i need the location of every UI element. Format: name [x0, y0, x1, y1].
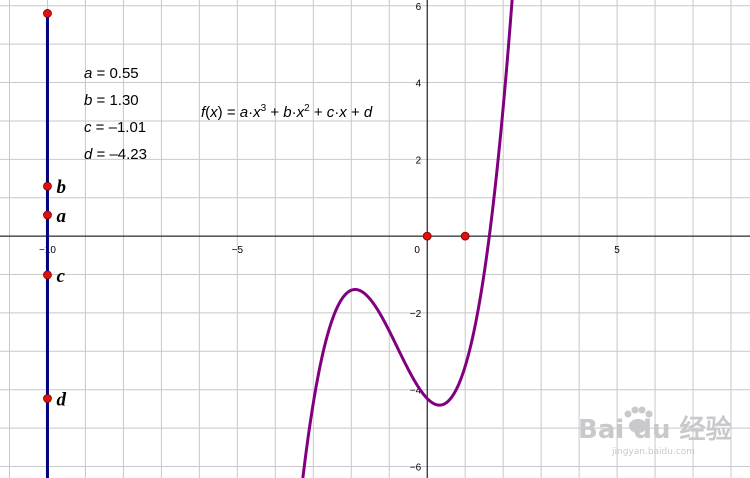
- param-b-name: b: [84, 92, 92, 109]
- slider-point-b[interactable]: [43, 181, 52, 191]
- formula-a: a: [240, 104, 248, 121]
- x-tick-label: 0: [414, 245, 420, 256]
- slider-point-a[interactable]: [43, 210, 52, 220]
- slider-label-b: b: [56, 177, 66, 198]
- formula-plus3: +: [347, 104, 364, 121]
- formula-plus1: +: [266, 104, 283, 121]
- param-b-value: 1.30: [109, 92, 138, 109]
- formula-d: d: [364, 104, 373, 121]
- param-a-value: 0.55: [109, 65, 138, 82]
- y-tick-label: −2: [410, 309, 422, 320]
- formula-paren-close: ) =: [218, 104, 240, 121]
- baidu-watermark: Bai du 经验 jingyan.baidu.com: [578, 406, 732, 457]
- param-d-text[interactable]: d = –4.23: [84, 146, 147, 163]
- y-tick-label: 6: [416, 2, 422, 13]
- param-d-value: –4.23: [109, 146, 147, 163]
- x-tick-label: −5: [232, 245, 244, 256]
- slider-label-a: a: [56, 206, 66, 227]
- param-c-text[interactable]: c = –1.01: [84, 119, 146, 136]
- graphics-view[interactable]: −10−505642−2−4−6 bacd a = 0.55 b = 1.30 …: [0, 0, 750, 478]
- param-c-eq: =: [92, 119, 109, 136]
- y-tick-label: 2: [416, 155, 422, 166]
- paw-toe-2: [631, 406, 639, 414]
- watermark-text: Bai du 经验: [578, 414, 732, 445]
- x-tick-label: 5: [614, 245, 620, 256]
- param-c-value: –1.01: [109, 119, 147, 136]
- slider-end-point[interactable]: [43, 9, 52, 18]
- paw-toe-3: [638, 406, 646, 414]
- param-a-eq: =: [92, 65, 109, 82]
- y-tick-label: 4: [416, 79, 422, 90]
- watermark-url: jingyan.baidu.com: [611, 447, 695, 457]
- slider-label-d: d: [56, 390, 66, 411]
- param-d-eq: =: [92, 146, 109, 163]
- y-tick-label: −6: [410, 462, 422, 473]
- formula-plus2: +: [310, 104, 327, 121]
- axis-point-2[interactable]: [460, 231, 470, 241]
- function-graph-layer[interactable]: [301, 0, 514, 478]
- param-a-text[interactable]: a = 0.55: [84, 65, 139, 82]
- param-b-eq: =: [92, 92, 109, 109]
- slider-label-c: c: [56, 266, 65, 287]
- param-a-name: a: [84, 65, 92, 82]
- function-formula[interactable]: f(x) = a·x3 + b·x2 + c·x + d: [201, 103, 373, 121]
- parameter-slider[interactable]: ba c d: [43, 9, 66, 478]
- param-b-text[interactable]: b = 1.30: [84, 92, 139, 109]
- axis-point-1[interactable]: [422, 231, 432, 241]
- slider-point-c[interactable]: [43, 270, 52, 280]
- formula-b: b: [283, 104, 291, 121]
- slider-point-d[interactable]: [43, 394, 52, 403]
- cubic-function-curve[interactable]: [301, 0, 514, 478]
